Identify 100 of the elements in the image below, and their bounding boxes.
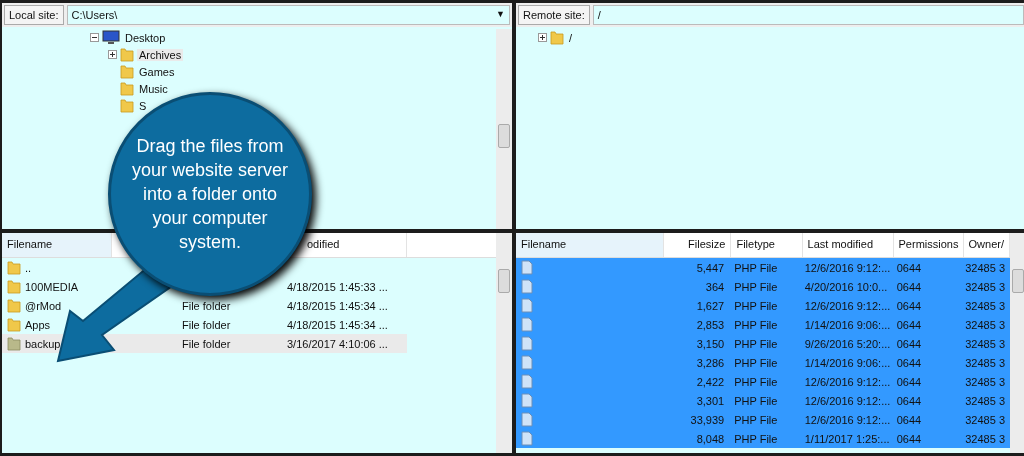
- file-row[interactable]: 5,447 PHP File 12/6/2016 9:12:... 0644 32485 3: [516, 258, 1010, 277]
- file-type: File folder: [182, 337, 231, 350]
- file-permissions: 0644: [896, 432, 922, 445]
- file-owner: 32485 3: [965, 375, 1005, 388]
- scrollbar[interactable]: [1010, 233, 1024, 453]
- folder-icon: [7, 336, 21, 351]
- file-modified: 12/6/2016 9:12:...: [804, 394, 891, 407]
- folder-name[interactable]: Games: [137, 65, 177, 78]
- file-size: 2,853: [696, 318, 725, 331]
- file-type: PHP File: [734, 413, 778, 426]
- file-type: PHP File: [734, 356, 778, 369]
- file-row[interactable]: 1,627 PHP File 12/6/2016 9:12:... 0644 32485 3: [516, 296, 1010, 315]
- column-header[interactable]: Permissions: [893, 233, 964, 257]
- document-icon: [521, 393, 533, 408]
- folder-name[interactable]: Music: [137, 82, 170, 95]
- local-path-field[interactable]: C:\Users\ ▼: [66, 5, 510, 25]
- file-permissions: 0644: [896, 356, 922, 369]
- column-header[interactable]: Filename: [2, 233, 112, 257]
- file-modified: 12/6/2016 9:12:...: [804, 299, 891, 312]
- file-type: File folder: [182, 318, 231, 331]
- file-size: 3,150: [696, 337, 725, 350]
- folder-name[interactable]: Archives: [137, 48, 184, 61]
- file-permissions: 0644: [896, 280, 922, 293]
- file-type: PHP File: [734, 375, 778, 388]
- folder-icon: [7, 260, 21, 275]
- folder-icon: [7, 298, 21, 313]
- column-header[interactable]: Filetype: [731, 233, 803, 257]
- document-icon: [521, 431, 533, 446]
- folder-icon: [7, 317, 21, 332]
- file-type: PHP File: [734, 299, 778, 312]
- file-type: File folder: [182, 299, 231, 312]
- file-owner: 32485 3: [965, 432, 1005, 445]
- document-icon: [521, 336, 533, 351]
- document-icon: [521, 374, 533, 389]
- document-icon: [521, 317, 533, 332]
- document-icon: [521, 298, 533, 313]
- file-row[interactable]: 364 PHP File 4/20/2016 10:0... 0644 32485 3: [516, 277, 1010, 296]
- file-owner: 32485 3: [965, 299, 1005, 312]
- folder-name[interactable]: S: [137, 99, 149, 112]
- file-modified: 12/6/2016 9:12:...: [804, 261, 891, 274]
- file-row[interactable]: 8,048 PHP File 1/11/2017 1:25:... 0644 32485 3: [516, 429, 1010, 448]
- file-modified: 4/20/2016 10:0...: [804, 280, 888, 293]
- file-row[interactable]: 3,150 PHP File 9/26/2016 5:20:... 0644 32485 3: [516, 334, 1010, 353]
- file-size: 5,447: [696, 261, 725, 274]
- scrollbar[interactable]: [496, 29, 512, 229]
- file-modified: 12/6/2016 9:12:...: [804, 375, 891, 388]
- file-row[interactable]: 33,939 PHP File 12/6/2016 9:12:... 0644 32485 3: [516, 410, 1010, 429]
- file-type: PHP File: [734, 337, 778, 350]
- file-name: backup: [25, 337, 61, 350]
- file-type: PHP File: [734, 261, 778, 274]
- monitor-icon: [102, 30, 120, 45]
- document-icon: [521, 260, 533, 275]
- file-row[interactable]: 2,853 PHP File 1/14/2016 9:06:... 0644 32485 3: [516, 315, 1010, 334]
- folder-icon: [120, 47, 134, 62]
- column-header[interactable]: Filesize: [664, 233, 732, 257]
- file-row[interactable]: @rMod File folder 4/18/2015 1:45:34 ...: [2, 296, 407, 315]
- expand-toggle[interactable]: [538, 33, 547, 42]
- file-owner: 32485 3: [965, 318, 1005, 331]
- file-permissions: 0644: [896, 318, 922, 331]
- folder-icon: [120, 98, 134, 113]
- file-modified: 1/14/2016 9:06:...: [804, 318, 891, 331]
- file-name: ..: [25, 261, 32, 274]
- file-type: PHP File: [734, 318, 778, 331]
- file-modified: 4/18/2015 1:45:34 ...: [287, 318, 388, 331]
- folder-name[interactable]: /: [567, 31, 575, 44]
- folder-icon: [120, 81, 134, 96]
- file-row[interactable]: 3,286 PHP File 1/14/2016 9:06:... 0644 32485 3: [516, 353, 1010, 372]
- file-row[interactable]: 2,422 PHP File 12/6/2016 9:12:... 0644 32485 3: [516, 372, 1010, 391]
- file-size: 3,301: [696, 394, 725, 407]
- file-row[interactable]: 3,301 PHP File 12/6/2016 9:12:... 0644 32485 3: [516, 391, 1010, 410]
- local-site-label: Local site:: [4, 5, 64, 25]
- remote-path-field[interactable]: /: [592, 5, 1024, 25]
- file-permissions: 0644: [896, 299, 922, 312]
- file-owner: 32485 3: [965, 394, 1005, 407]
- dropdown-caret-icon[interactable]: ▼: [496, 9, 505, 21]
- file-permissions: 0644: [896, 337, 922, 350]
- file-name: @rMod: [25, 299, 62, 312]
- file-name: Apps: [25, 318, 51, 331]
- file-permissions: 0644: [896, 261, 922, 274]
- file-size: 364: [705, 280, 725, 293]
- file-owner: 32485 3: [965, 356, 1005, 369]
- collapse-toggle[interactable]: [90, 33, 99, 42]
- file-size: 33,939: [690, 413, 725, 426]
- folder-name[interactable]: Desktop: [123, 31, 168, 44]
- file-type: PHP File: [734, 280, 778, 293]
- file-owner: 32485 3: [965, 261, 1005, 274]
- file-size: 1,627: [696, 299, 725, 312]
- file-size: 3,286: [696, 356, 725, 369]
- file-permissions: 0644: [896, 394, 922, 407]
- file-permissions: 0644: [896, 375, 922, 388]
- file-owner: 32485 3: [965, 337, 1005, 350]
- column-header[interactable]: Filename: [516, 233, 665, 257]
- document-icon: [521, 279, 533, 294]
- file-modified: 4/18/2015 1:45:34 ...: [287, 299, 388, 312]
- file-row[interactable]: Apps File folder 4/18/2015 1:45:34 ...: [2, 315, 407, 334]
- expand-toggle[interactable]: [108, 50, 117, 59]
- file-owner: 32485 3: [965, 413, 1005, 426]
- column-header[interactable]: Owner/: [963, 233, 1010, 257]
- column-header[interactable]: Last modified: [802, 233, 894, 257]
- scrollbar[interactable]: [496, 233, 512, 453]
